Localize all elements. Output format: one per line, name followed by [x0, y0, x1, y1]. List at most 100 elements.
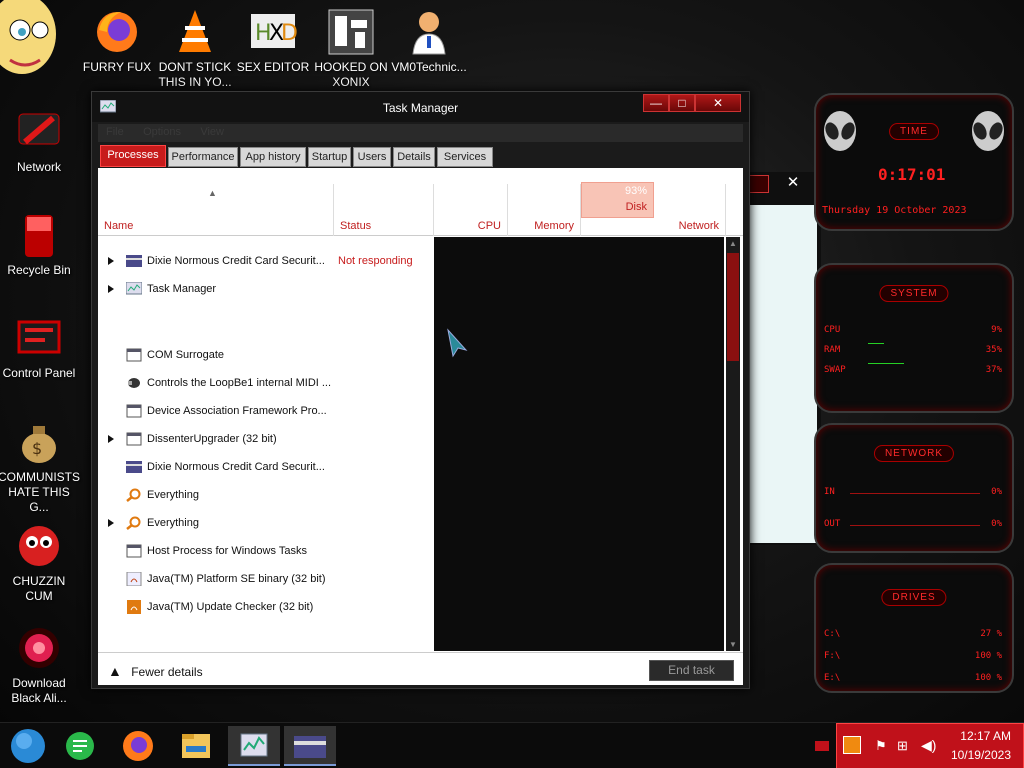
taskbar-clock-time[interactable]: 12:17 AM [960, 729, 1011, 743]
gadget-drive-e-value: 100 % [974, 673, 1002, 683]
process-row[interactable]: Controls the LoopBe1 internal MIDI ... [98, 371, 434, 397]
process-name: Controls the LoopBe1 internal MIDI ... [147, 377, 332, 389]
gadget-cpu-value: 9% [991, 325, 1002, 335]
gadget-out-label: OUT [824, 519, 841, 529]
process-name: Java(TM) Platform SE binary (32 bit) [147, 573, 326, 585]
desktop-icon-network[interactable]: Network [0, 108, 80, 175]
gadget-date: Thursday 19 October 2023 [822, 205, 967, 216]
desktop-icon-label: Recycle Bin [7, 263, 71, 277]
process-name: Dixie Normous Credit Card Securit... [147, 255, 325, 267]
expand-arrow-icon[interactable] [108, 285, 114, 293]
vertical-scrollbar[interactable]: ▲ ▼ [726, 237, 740, 651]
alien-head-icon [968, 109, 1008, 158]
column-header-name[interactable]: ▲ Name [98, 184, 334, 236]
menu-view[interactable]: View [192, 124, 232, 140]
desktop-icon-sex-editor[interactable]: HXD SEX EDITOR [232, 8, 314, 75]
process-row[interactable]: Host Process for Windows Tasks [98, 539, 434, 565]
process-row[interactable]: Java(TM) Platform SE binary (32 bit) [98, 567, 434, 593]
process-name: Java(TM) Update Checker (32 bit) [147, 601, 314, 613]
process-row[interactable]: Everything [98, 483, 434, 509]
tab-details[interactable]: Details [393, 147, 435, 167]
tab-processes[interactable]: Processes [100, 145, 166, 167]
task-manager-window[interactable]: Task Manager — □ ✕ File Options View Pro… [91, 91, 750, 689]
taskbar: ⚑ ⊞ ◀) 12:17 AM 10/19/2023 [0, 722, 1024, 768]
taskbar-clock-date[interactable]: 10/19/2023 [951, 748, 1011, 762]
expand-arrow-icon[interactable] [108, 519, 114, 527]
process-row[interactable]: Dixie Normous Credit Card Securit... [98, 455, 434, 481]
desktop-icon-vm0technic[interactable]: VM0Technic... [388, 8, 470, 75]
control-panel-icon [15, 314, 63, 362]
show-desktop-button[interactable] [815, 741, 829, 751]
column-header-memory[interactable]: Memory [508, 184, 581, 236]
tab-startup[interactable]: Startup [308, 147, 351, 167]
end-task-button[interactable]: End task [649, 660, 734, 681]
cartoon-character-icon[interactable] [0, 0, 62, 90]
flag-icon[interactable]: ⚑ [875, 738, 887, 754]
processes-panel: ▲ Name Status CPU Memory 93% Disk Networ… [98, 168, 743, 685]
fewer-details-label: Fewer details [131, 665, 203, 679]
process-row[interactable]: Java(TM) Update Checker (32 bit) [98, 595, 434, 621]
taskbar-task-manager[interactable] [228, 726, 280, 766]
desktop-icon-control-panel[interactable]: Control Panel [0, 314, 80, 381]
process-name: COM Surrogate [147, 349, 225, 361]
scroll-up-arrow-icon[interactable]: ▲ [729, 239, 737, 248]
process-row[interactable]: Everything [98, 511, 434, 537]
process-row[interactable]: Dixie Normous Credit Card Securit... Not… [98, 249, 434, 275]
scrollbar-thumb[interactable] [727, 253, 739, 361]
process-name: Host Process for Windows Tasks [147, 545, 307, 557]
tab-performance[interactable]: Performance [168, 147, 238, 167]
column-name-label: Name [104, 220, 134, 232]
expand-arrow-icon[interactable] [108, 435, 114, 443]
window-app-icon [126, 404, 142, 418]
desktop-icon-hooked-on-xonix[interactable]: HOOKED ON XONIX [310, 8, 392, 90]
process-name: Device Association Framework Pro... [147, 405, 327, 417]
gadget-in-label: IN [824, 487, 835, 497]
expand-arrow-icon[interactable] [108, 257, 114, 265]
desktop-icon-dont-stick[interactable]: DONT STICK THIS IN YO... [154, 8, 236, 90]
tab-users[interactable]: Users [353, 147, 391, 167]
bg-window-minimize-button[interactable] [749, 175, 769, 193]
fewer-details-button[interactable]: ▲ Fewer details [108, 663, 203, 679]
maximize-button[interactable]: □ [669, 94, 695, 112]
gadget-ram-bar [868, 343, 884, 344]
task-manager-icon [125, 281, 143, 296]
desktop-icon-recycle-bin[interactable]: Recycle Bin [0, 211, 80, 278]
taskbar-file-explorer[interactable] [170, 726, 222, 766]
menu-options[interactable]: Options [135, 124, 189, 140]
close-button[interactable]: ✕ [695, 94, 741, 112]
taskbar-messaging-app[interactable] [54, 726, 106, 766]
scroll-down-arrow-icon[interactable]: ▼ [729, 640, 737, 649]
window-app-icon [126, 544, 142, 558]
desktop-icon-chuzzin[interactable]: CHUZZIN CUM [0, 522, 80, 604]
desktop-icon-furry-fux[interactable]: FURRY FUX [76, 8, 158, 75]
process-row[interactable]: COM Surrogate [98, 343, 434, 369]
start-button[interactable] [2, 726, 54, 766]
process-row[interactable]: Task Manager [98, 277, 434, 303]
credit-card-app-icon [126, 254, 142, 268]
network-tray-icon[interactable]: ⊞ [897, 738, 908, 754]
process-row[interactable]: DissenterUpgrader (32 bit) [98, 427, 434, 453]
tray-app-icon[interactable] [843, 736, 861, 754]
column-status-label: Status [340, 220, 372, 232]
task-manager-titlebar[interactable]: Task Manager — □ ✕ [92, 92, 749, 122]
sort-arrow-icon: ▲ [208, 188, 217, 198]
desktop-icon-communists[interactable]: $ COMMUNISTS HATE THIS G... [0, 418, 80, 515]
gadget-time-panel: TIME 0:17:01 Thursday 19 October 2023 [814, 93, 1014, 231]
column-header-network[interactable]: Network [654, 184, 726, 236]
tab-app-history[interactable]: App history [240, 147, 306, 167]
tab-services[interactable]: Services [437, 147, 493, 167]
alien-head-icon [820, 109, 860, 158]
column-header-status[interactable]: Status [334, 184, 434, 236]
menu-file[interactable]: File [98, 124, 132, 140]
desktop-icon-label: HOOKED ON XONIX [314, 60, 388, 89]
volume-icon[interactable]: ◀) [921, 737, 936, 754]
process-name: DissenterUpgrader (32 bit) [147, 433, 277, 445]
taskbar-credit-card-app[interactable] [284, 726, 336, 766]
column-header-disk[interactable]: 93% Disk [581, 182, 654, 218]
taskbar-firefox[interactable] [112, 726, 164, 766]
minimize-button[interactable]: — [643, 94, 669, 112]
desktop-icon-download-black-ali[interactable]: Download Black Ali... [0, 624, 80, 706]
process-row[interactable]: Device Association Framework Pro... [98, 399, 434, 425]
column-header-cpu[interactable]: CPU [434, 184, 508, 236]
alien-gadget: TIME 0:17:01 Thursday 19 October 2023 SY… [794, 93, 1024, 703]
